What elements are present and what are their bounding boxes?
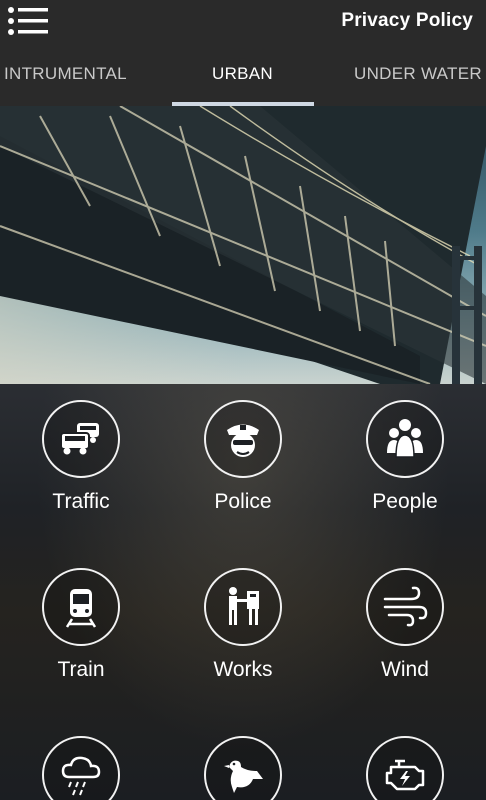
sound-tile-wind[interactable]: Wind: [330, 568, 480, 682]
engine-icon: [366, 736, 444, 800]
storm-cloud-icon: [42, 736, 120, 800]
sound-tile-train[interactable]: Train: [6, 568, 156, 682]
sound-tile-engine[interactable]: [330, 736, 480, 800]
train-icon: [42, 568, 120, 646]
people-group-icon: [366, 400, 444, 478]
sound-label: Works: [213, 658, 273, 681]
cars-icon: [42, 400, 120, 478]
sound-tile-people[interactable]: People: [330, 400, 480, 514]
tab-intrumental[interactable]: INTRUMENTAL: [4, 64, 127, 84]
bridge-photo: [0, 106, 486, 384]
sound-tile-works[interactable]: Works: [168, 568, 318, 682]
tab-urban[interactable]: URBAN: [212, 64, 273, 84]
list-menu-icon[interactable]: [6, 4, 50, 38]
sound-label: Police: [214, 490, 272, 513]
sound-tile-police[interactable]: Police: [168, 400, 318, 514]
sound-label: Wind: [381, 658, 429, 681]
top-app-bar: Privacy Policy: [0, 0, 486, 44]
sound-label: Train: [57, 658, 105, 681]
pigeon-icon: [204, 736, 282, 800]
privacy-policy-link[interactable]: Privacy Policy: [341, 10, 473, 32]
sound-label: Traffic: [52, 490, 110, 513]
sound-tile-traffic[interactable]: Traffic: [6, 400, 156, 514]
wind-icon: [366, 568, 444, 646]
sound-tile-pigeon[interactable]: [168, 736, 318, 800]
construction-worker-icon: [204, 568, 282, 646]
tab-under-water[interactable]: UNDER WATER: [354, 64, 482, 84]
sound-tile-storm[interactable]: [6, 736, 156, 800]
police-officer-icon: [204, 400, 282, 478]
category-tabs: INTRUMENTAL URBAN UNDER WATER: [0, 44, 486, 106]
sound-label: People: [372, 490, 438, 513]
sound-grid: Traffic Police People Train Works Wind: [0, 384, 486, 800]
